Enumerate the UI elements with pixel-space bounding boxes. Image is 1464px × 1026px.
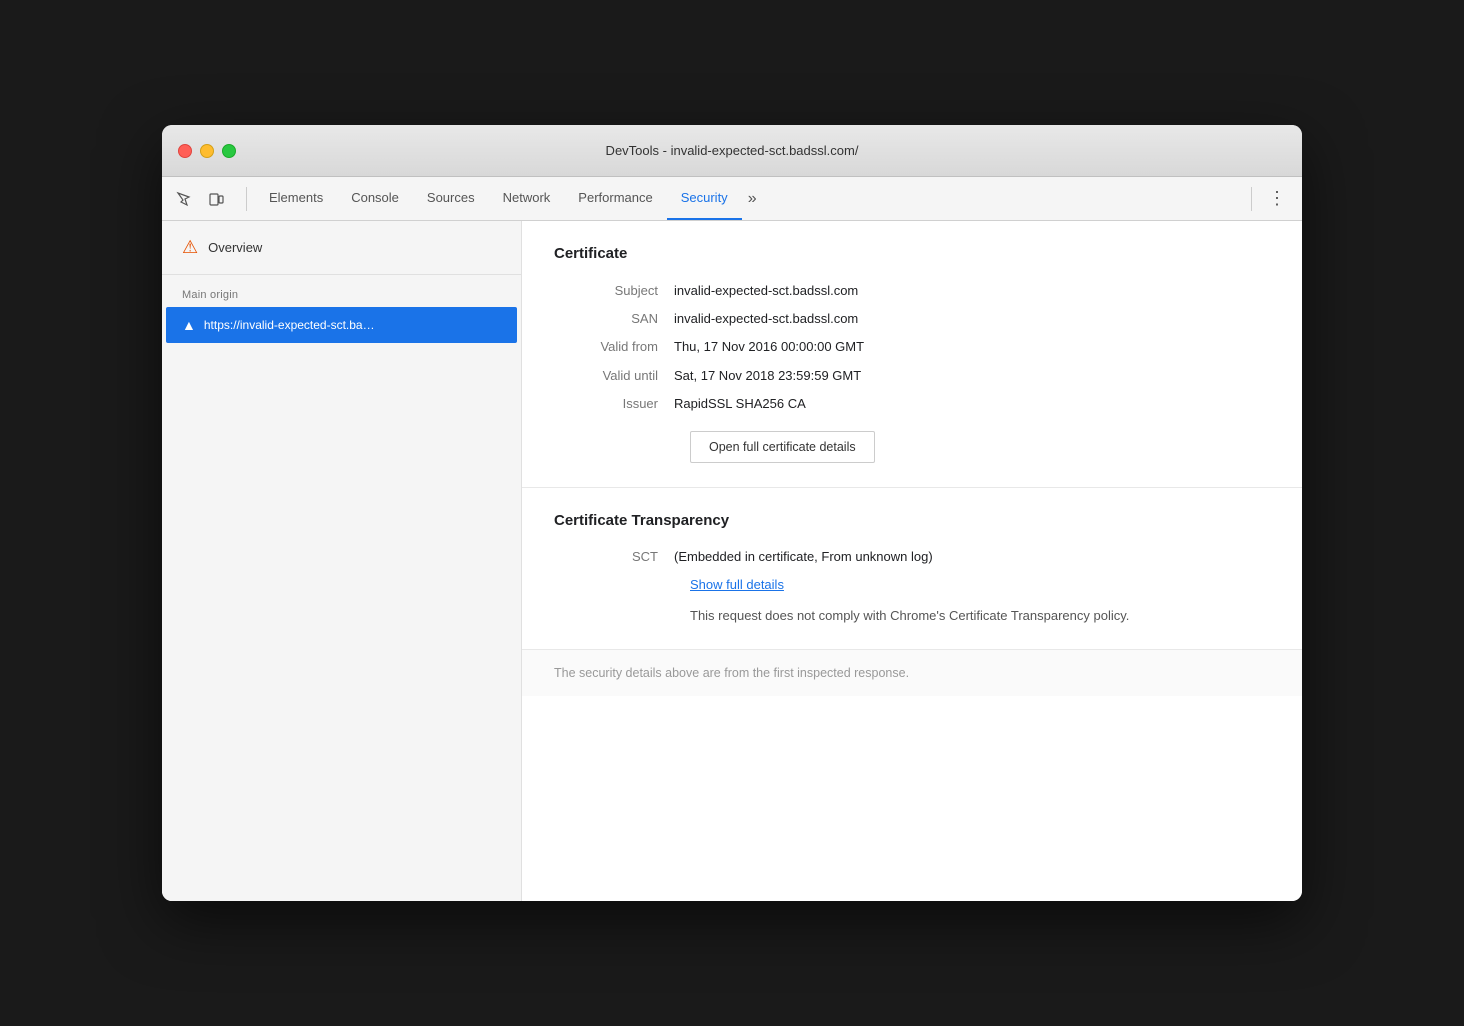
footer-note: The security details above are from the … [522,650,1302,696]
policy-warning: This request does not comply with Chrome… [690,606,1270,626]
transparency-section: Certificate Transparency SCT (Embedded i… [522,488,1302,651]
sidebar-origin-item[interactable]: ▲ https://invalid-expected-sct.ba… [166,307,517,343]
certificate-section: Certificate Subject invalid-expected-sct… [522,221,1302,488]
toolbar-icons [170,185,230,213]
close-button[interactable] [178,144,192,158]
traffic-lights [178,144,236,158]
sct-label: SCT [554,549,674,564]
sct-row: SCT (Embedded in certificate, From unkno… [554,549,1270,564]
sidebar-overview[interactable]: ⚠ Overview [162,221,521,275]
toolbar-divider [246,187,247,211]
main-content: ⚠ Overview Main origin ▲ https://invalid… [162,221,1302,901]
cert-button-row: Open full certificate details [690,431,1270,463]
san-value: invalid-expected-sct.badssl.com [674,310,858,328]
sct-value: (Embedded in certificate, From unknown l… [674,549,933,564]
device-icon[interactable] [202,185,230,213]
issuer-label: Issuer [554,395,674,413]
inspect-icon[interactable] [170,185,198,213]
open-cert-details-button[interactable]: Open full certificate details [690,431,875,463]
issuer-value: RapidSSL SHA256 CA [674,395,806,413]
tab-elements[interactable]: Elements [255,177,337,220]
minimize-button[interactable] [200,144,214,158]
tabs: Elements Console Sources Network Perform… [255,177,1243,220]
tab-security[interactable]: Security [667,177,742,220]
subject-value: invalid-expected-sct.badssl.com [674,282,858,300]
toolbar-divider-right [1251,187,1252,211]
more-options-button[interactable]: ⋮ [1260,188,1294,209]
right-panel: Certificate Subject invalid-expected-sct… [522,221,1302,901]
cert-san-row: SAN invalid-expected-sct.badssl.com [554,310,1270,328]
tabs-overflow-button[interactable]: » [742,177,763,220]
transparency-title: Certificate Transparency [554,512,1270,529]
overview-label: Overview [208,240,262,255]
valid-from-value: Thu, 17 Nov 2016 00:00:00 GMT [674,338,864,356]
cert-subject-row: Subject invalid-expected-sct.badssl.com [554,282,1270,300]
toolbar: Elements Console Sources Network Perform… [162,177,1302,221]
tab-network[interactable]: Network [489,177,565,220]
origin-url-label: https://invalid-expected-sct.ba… [204,318,375,332]
main-origin-section-label: Main origin [162,275,521,307]
valid-from-label: Valid from [554,338,674,356]
tab-console[interactable]: Console [337,177,413,220]
window-title: DevTools - invalid-expected-sct.badssl.c… [606,143,859,158]
tab-sources[interactable]: Sources [413,177,489,220]
cert-valid-until-row: Valid until Sat, 17 Nov 2018 23:59:59 GM… [554,367,1270,385]
valid-until-value: Sat, 17 Nov 2018 23:59:59 GMT [674,367,861,385]
tab-performance[interactable]: Performance [564,177,666,220]
sidebar: ⚠ Overview Main origin ▲ https://invalid… [162,221,522,901]
certificate-table: Subject invalid-expected-sct.badssl.com … [554,282,1270,413]
valid-until-label: Valid until [554,367,674,385]
certificate-title: Certificate [554,245,1270,262]
warning-icon: ⚠ [182,237,198,258]
cert-issuer-row: Issuer RapidSSL SHA256 CA [554,395,1270,413]
show-full-details-link[interactable]: Show full details [690,577,784,592]
devtools-window: DevTools - invalid-expected-sct.badssl.c… [162,125,1302,901]
subject-label: Subject [554,282,674,300]
show-full-details-row: Show full details [690,576,1270,594]
warning-small-icon: ▲ [182,317,196,333]
titlebar: DevTools - invalid-expected-sct.badssl.c… [162,125,1302,177]
cert-valid-from-row: Valid from Thu, 17 Nov 2016 00:00:00 GMT [554,338,1270,356]
maximize-button[interactable] [222,144,236,158]
san-label: SAN [554,310,674,328]
